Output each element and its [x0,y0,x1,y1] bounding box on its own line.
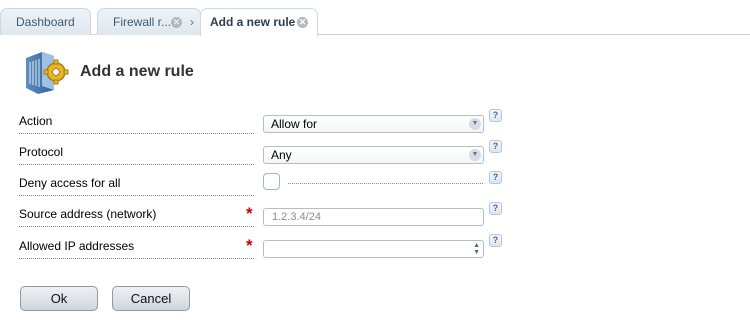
protocol-select-value: Any [271,148,292,162]
protocol-select[interactable]: Any ▼ [263,146,484,164]
allowed-ips-row: Allowed IP addresses * ▲ ▼ ? [0,234,750,264]
server-gear-icon [22,50,70,96]
allowed-ips-input[interactable]: ▲ ▼ [263,240,484,258]
tab-add-new-rule-label: Add a new rule [210,15,296,29]
tab-dashboard[interactable]: Dashboard [0,8,91,35]
deny-access-label: Deny access for all [19,176,254,196]
source-address-label: Source address (network) [19,207,254,227]
action-select[interactable]: Allow for ▼ [263,115,484,133]
deny-access-checkbox[interactable] [263,173,280,190]
source-address-row: Source address (network) * 1.2.3.4/24 ? [0,202,750,232]
required-marker: * [246,204,253,223]
ok-button[interactable]: Ok [20,286,98,311]
resize-spinner-icon[interactable]: ▲ ▼ [473,242,480,256]
source-address-input[interactable]: 1.2.3.4/24 [263,208,484,226]
protocol-label: Protocol [19,145,254,165]
chevron-down-icon[interactable]: ▼ [469,118,481,130]
help-icon[interactable]: ? [489,140,502,153]
tab-firewall-rules-label: Firewall r... [113,15,172,29]
tab-add-new-rule[interactable]: Add a new rule ✕ [200,8,318,36]
allowed-ips-label: Allowed IP addresses [19,239,254,259]
help-icon[interactable]: ? [489,171,502,184]
help-icon[interactable]: ? [489,234,502,247]
chevron-right-icon: › [190,15,194,29]
page-title: Add a new rule [80,63,194,80]
action-label: Action [19,114,254,134]
action-row: Action Allow for ▼ ? [0,109,750,139]
tab-dashboard-label: Dashboard [16,15,75,29]
source-address-placeholder: 1.2.3.4/24 [272,211,321,223]
tab-firewall-rules[interactable]: Firewall r... ✕ [97,8,201,35]
close-icon[interactable]: ✕ [171,17,182,28]
required-marker: * [246,236,253,255]
cancel-button[interactable]: Cancel [112,286,190,311]
chevron-down-icon[interactable]: ▼ [469,149,481,161]
protocol-row: Protocol Any ▼ ? [0,140,750,170]
close-icon[interactable]: ✕ [297,17,308,28]
dotted-leader [288,183,483,184]
action-select-value: Allow for [271,117,318,131]
tab-bar: Dashboard Firewall r... ✕ › Add a new ru… [0,0,750,36]
help-icon[interactable]: ? [489,109,502,122]
deny-access-row: Deny access for all ? [0,171,750,201]
help-icon[interactable]: ? [489,202,502,215]
